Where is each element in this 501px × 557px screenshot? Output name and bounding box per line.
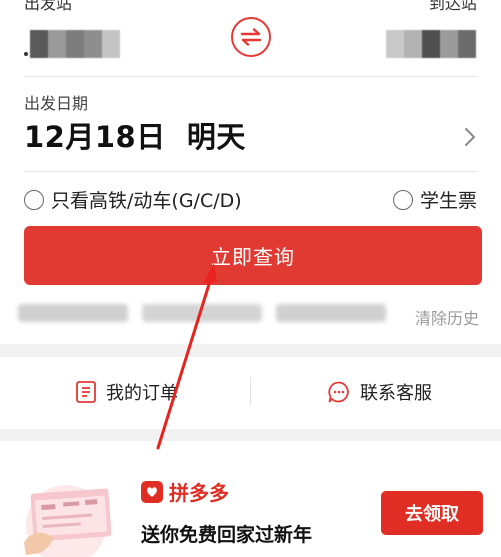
brand-name: 拼多多 [141, 477, 229, 506]
departure-date[interactable]: 12月18日 明天 [24, 118, 246, 156]
search-button[interactable]: 立即查询 [24, 226, 482, 285]
my-orders-label: 我的订单 [106, 383, 178, 404]
swap-icon [240, 28, 262, 46]
divider [24, 76, 477, 77]
to-station-value[interactable] [386, 30, 476, 58]
customer-service-label: 联系客服 [360, 383, 432, 404]
section-separator [0, 344, 501, 357]
radio-icon[interactable] [392, 189, 413, 210]
section-separator [0, 429, 501, 441]
brand-label: 拼多多 [169, 481, 229, 505]
chat-icon [328, 381, 349, 403]
promo-text: 送你免费回家过新年 [141, 524, 313, 546]
from-station-label: 出发站 [24, 0, 73, 13]
claim-button[interactable]: 去领取 [381, 491, 483, 535]
divider [250, 377, 251, 405]
student-ticket-option[interactable]: 学生票 [392, 186, 477, 213]
radio-icon[interactable] [24, 189, 44, 210]
history-item[interactable] [142, 304, 262, 322]
divider [24, 171, 477, 172]
document-icon [76, 381, 96, 403]
student-ticket-label: 学生票 [419, 190, 477, 212]
chevron-right-icon[interactable] [463, 124, 477, 150]
swap-stations-button[interactable] [231, 17, 271, 57]
train-ticket-image [24, 485, 112, 557]
high-speed-only-option[interactable]: 只看高铁/动车(G/C/D) [24, 186, 242, 213]
customer-service-link[interactable]: 联系客服 [327, 379, 432, 405]
station-dot [24, 52, 28, 56]
clear-history-link[interactable]: 清除历史 [415, 305, 479, 329]
high-speed-only-label: 只看高铁/动车(G/C/D) [51, 190, 242, 212]
promo-banner[interactable]: 拼多多 送你免费回家过新年 去领取 [0, 441, 501, 557]
date-label: 出发日期 [24, 94, 89, 113]
to-station-label: 到达站 [428, 0, 477, 13]
history-item[interactable] [18, 304, 128, 322]
pinduoduo-logo-icon [141, 480, 163, 503]
from-station-value[interactable] [30, 30, 120, 58]
quick-links: 我的订单 联系客服 [0, 357, 501, 429]
my-orders-link[interactable]: 我的订单 [75, 379, 178, 405]
history-item[interactable] [276, 304, 386, 322]
